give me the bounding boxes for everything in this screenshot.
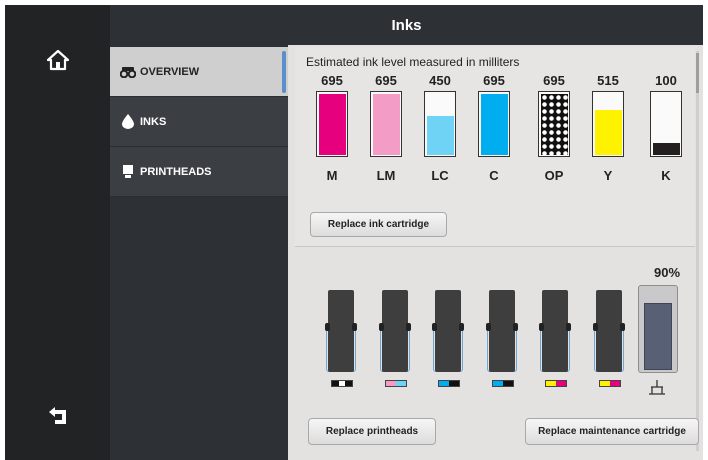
ink-cartridge-k: 100 K: [648, 73, 684, 183]
ink-fill: [426, 115, 454, 155]
sidebar-item-label: OVERVIEW: [140, 65, 200, 78]
maintenance-cartridge: [638, 285, 678, 373]
printhead-6-swatch: [599, 380, 621, 387]
ink-value: 695: [483, 73, 505, 88]
ink-label: K: [661, 168, 671, 183]
sidebar-item-inks[interactable]: INKS: [110, 97, 288, 147]
ink-fill: [652, 143, 680, 155]
ink-levels-caption: Estimated ink level measured in milliter…: [306, 55, 520, 69]
ink-tank: [592, 91, 624, 157]
ink-cartridge-c: 695 C: [476, 73, 512, 183]
ink-cartridge-op: 695 OP: [536, 73, 572, 183]
replace-printheads-button[interactable]: Replace printheads: [308, 418, 436, 445]
home-icon: [46, 49, 69, 71]
ink-fill: [372, 93, 400, 155]
ink-label: M: [326, 168, 338, 183]
ink-fill: [480, 93, 508, 155]
printhead-5-swatch: [545, 380, 567, 387]
ink-label: LM: [376, 168, 396, 183]
printhead-icon: [118, 164, 138, 179]
printhead-1: [325, 290, 357, 372]
printhead-2-swatch: [385, 380, 407, 387]
ink-cartridge-lm: 695 LM: [368, 73, 404, 183]
ink-tank: [370, 91, 402, 157]
replace-ink-cartridge-button[interactable]: Replace ink cartridge: [310, 212, 447, 237]
printhead-4-swatch: [492, 380, 514, 387]
sidebar-item-overview[interactable]: OVERVIEW: [110, 47, 288, 97]
maintenance-percent: 90%: [654, 265, 681, 280]
printhead-3: [432, 290, 464, 372]
sidebar-item-printheads[interactable]: PRINTHEADS: [110, 147, 288, 197]
ink-value: 695: [321, 73, 343, 88]
ink-label: Y: [603, 168, 613, 183]
ink-tank: [424, 91, 456, 157]
ink-label: C: [489, 168, 499, 183]
ink-cartridge-lc: 450 LC: [422, 73, 458, 183]
maintenance-cartridge-icon: [649, 380, 665, 395]
printhead-3-swatch: [438, 380, 460, 387]
ink-value: 100: [655, 73, 677, 88]
printhead-1-swatch: [331, 380, 353, 387]
printhead-2: [379, 290, 411, 372]
ink-value: 515: [597, 73, 619, 88]
ink-cartridge-m: 695 M: [314, 73, 350, 183]
ink-value: 695: [543, 73, 565, 88]
ink-tank: [538, 91, 570, 157]
ink-drop-icon: [118, 114, 138, 129]
back-arrow-icon: [48, 407, 66, 424]
ink-tank: [650, 91, 682, 157]
ink-tank: [478, 91, 510, 157]
ink-cartridge-y: 515 Y: [590, 73, 626, 183]
overview-icon: [118, 66, 138, 78]
printhead-4: [486, 290, 518, 372]
home-button[interactable]: [5, 35, 110, 85]
sidebar-item-label: INKS: [140, 115, 167, 128]
ink-label: OP: [544, 168, 564, 183]
printhead-5: [539, 290, 571, 372]
scrollbar-track[interactable]: [696, 51, 699, 451]
ink-value: 450: [429, 73, 451, 88]
ink-value: 695: [375, 73, 397, 88]
ink-label: LC: [431, 168, 449, 183]
replace-maintenance-cartridge-button[interactable]: Replace maintenance cartridge: [525, 418, 699, 445]
back-button[interactable]: [5, 390, 110, 440]
maintenance-fill: [644, 302, 672, 370]
page-title: Inks: [110, 5, 703, 45]
printhead-6: [593, 290, 625, 372]
ink-fill: [594, 110, 622, 155]
sidebar-item-label: PRINTHEADS: [140, 165, 212, 178]
scrollbar-thumb[interactable]: [696, 53, 699, 93]
ink-fill: [318, 93, 346, 155]
main-content: Estimated ink level measured in milliter…: [288, 45, 703, 460]
ink-fill: [540, 93, 568, 155]
ink-tank: [316, 91, 348, 157]
left-rail: [5, 5, 110, 460]
sidebar: OVERVIEW INKS PRINTHEADS: [110, 45, 288, 460]
